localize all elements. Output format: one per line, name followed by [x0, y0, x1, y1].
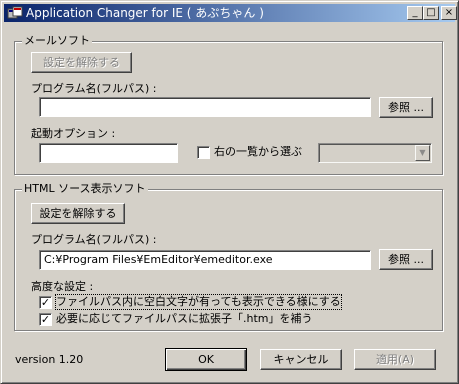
- window-title: Application Changer for IE ( あぷちゃん ): [26, 6, 264, 20]
- allow-spaces-checkbox[interactable]: ✓: [39, 296, 52, 309]
- checkmark-icon: ✓: [40, 313, 51, 326]
- close-button[interactable]: ×: [441, 6, 457, 20]
- mail-group-label: メールソフト: [22, 34, 92, 48]
- allow-spaces-label[interactable]: ファイルパス内に空白文字が有っても表示できる様にする: [55, 294, 342, 310]
- mail-program-field[interactable]: [39, 97, 371, 117]
- mail-options-field[interactable]: [39, 143, 178, 163]
- ok-button[interactable]: OK: [165, 348, 247, 371]
- mail-browse-button[interactable]: 参照 ...: [379, 97, 433, 118]
- close-icon: ×: [444, 7, 454, 18]
- choose-from-list-label: 右の一覧から選ぶ: [214, 145, 302, 158]
- title-bar[interactable]: Application Changer for IE ( あぷちゃん ) _ □…: [4, 4, 457, 22]
- maximize-button[interactable]: □: [423, 6, 439, 20]
- html-browse-button[interactable]: 参照 ...: [379, 249, 433, 270]
- apply-button[interactable]: 適用(A): [354, 349, 436, 370]
- minimize-icon: _: [412, 7, 418, 18]
- html-group-label: HTML ソース表示ソフト: [22, 182, 148, 196]
- maximize-icon: □: [426, 7, 436, 18]
- checkmark-icon: ✓: [40, 296, 51, 309]
- minimize-button[interactable]: _: [407, 6, 423, 20]
- cancel-button[interactable]: キャンセル: [260, 349, 342, 370]
- advanced-settings-label: 高度な設定 :: [31, 280, 94, 293]
- mail-unset-button[interactable]: 設定を解除する: [31, 52, 132, 73]
- choose-from-list-checkbox[interactable]: [197, 146, 210, 159]
- version-label: version 1.20: [15, 353, 84, 366]
- html-program-label: プログラム名(フルパス) :: [31, 233, 157, 246]
- append-htm-label: 必要に応じてファイルパスに拡張子「.htm」を補う: [56, 312, 313, 325]
- chevron-down-icon: ▼: [415, 145, 430, 161]
- app-window: Application Changer for IE ( あぷちゃん ) _ □…: [0, 0, 459, 384]
- app-icon: [7, 6, 23, 19]
- mail-app-list-dropdown[interactable]: ▼: [318, 143, 432, 163]
- html-unset-button[interactable]: 設定を解除する: [31, 203, 125, 224]
- mail-options-label: 起動オプション :: [31, 127, 116, 140]
- html-program-field[interactable]: C:¥Program Files¥EmEditor¥emeditor.exe: [39, 250, 371, 270]
- mail-program-label: プログラム名(フルパス) :: [31, 82, 157, 95]
- append-htm-checkbox[interactable]: ✓: [39, 313, 52, 326]
